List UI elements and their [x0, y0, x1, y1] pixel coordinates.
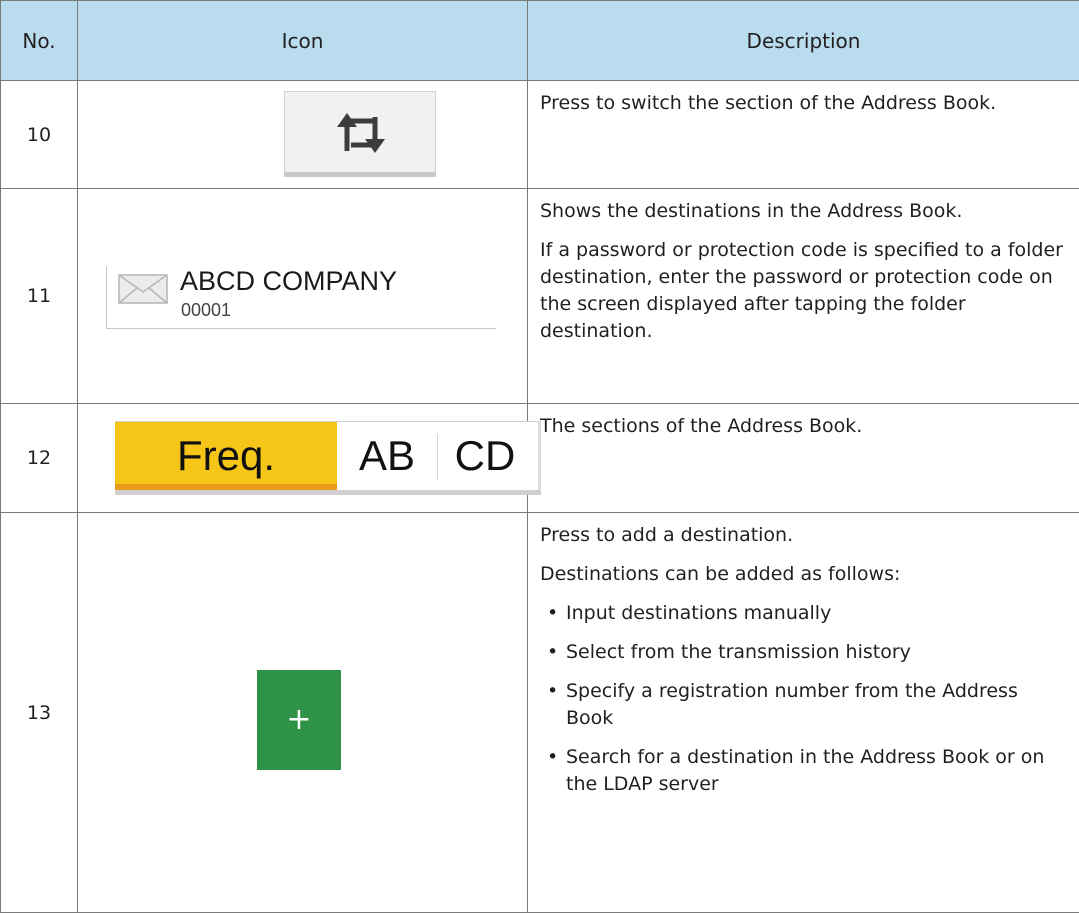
icon-cell: ABCD COMPANY 00001 — [78, 189, 528, 404]
table-row: 12 Freq. AB CD The sections of the Addre… — [1, 404, 1079, 513]
tab-cd[interactable]: CD — [439, 422, 531, 490]
description-text: Destinations can be added as follows: — [540, 561, 1069, 588]
description-cell: The sections of the Address Book. — [528, 404, 1079, 513]
header-icon: Icon — [78, 1, 528, 81]
destination-number: 00001 — [181, 300, 231, 321]
list-item: Search for a destination in the Address … — [566, 744, 1069, 798]
description-text: Press to switch the section of the Addre… — [540, 90, 1069, 117]
address-entry[interactable]: ABCD COMPANY 00001 — [106, 266, 496, 329]
header-no: No. — [1, 1, 78, 81]
switch-section-button[interactable] — [284, 91, 436, 177]
add-destination-button[interactable]: + — [257, 670, 341, 770]
table-header-row: No. Icon Description — [1, 1, 1079, 81]
description-cell: Press to add a destination. Destinations… — [528, 513, 1079, 913]
tab-freq[interactable]: Freq. — [115, 422, 337, 490]
icon-description-table: No. Icon Description 10 — [0, 0, 1079, 913]
row-number: 12 — [1, 404, 78, 513]
row-number: 11 — [1, 189, 78, 404]
list-item: Input destinations manually — [566, 600, 1069, 627]
list-item: Select from the transmission history — [566, 639, 1069, 666]
description-text: Press to add a destination. — [540, 522, 1069, 549]
section-tabs: Freq. AB CD — [115, 421, 541, 495]
icon-cell: + — [78, 513, 528, 913]
list-item: Specify a registration number from the A… — [566, 678, 1069, 732]
description-text: Shows the destinations in the Address Bo… — [540, 198, 1069, 225]
tab-ab[interactable]: AB — [337, 422, 437, 490]
table-row: 10 Press to switch the section of th — [1, 81, 1079, 189]
description-cell: Press to switch the section of the Addre… — [528, 81, 1079, 189]
description-text: The sections of the Address Book. — [540, 413, 1069, 440]
bullet-list: Input destinations manually Select from … — [540, 600, 1069, 798]
plus-icon: + — [257, 670, 341, 770]
description-text: If a password or protection code is spec… — [540, 237, 1069, 345]
table-row: 13 + Press to add a destination. Destina… — [1, 513, 1079, 913]
tabs-scroll-edge — [538, 422, 541, 490]
tab-divider — [437, 434, 438, 480]
description-cell: Shows the destinations in the Address Bo… — [528, 189, 1079, 404]
destination-name: ABCD COMPANY — [180, 266, 397, 297]
icon-cell — [78, 81, 528, 189]
switch-section-icon — [337, 111, 385, 155]
row-number: 10 — [1, 81, 78, 189]
icon-cell: Freq. AB CD — [78, 404, 528, 513]
header-description: Description — [528, 1, 1079, 81]
row-number: 13 — [1, 513, 78, 913]
table-row: 11 ABCD COMPANY 00001 Shows the destinat… — [1, 189, 1079, 404]
envelope-icon — [118, 274, 168, 304]
